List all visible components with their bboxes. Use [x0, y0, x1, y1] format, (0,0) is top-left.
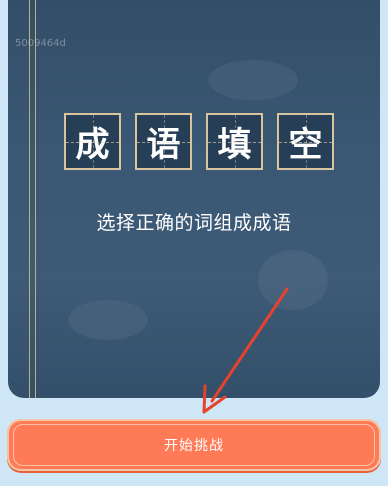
texture-spot	[68, 300, 148, 340]
texture-spot	[258, 250, 328, 310]
title-char: 语	[146, 125, 181, 165]
title-cell: 成	[64, 113, 121, 170]
title-char: 填	[217, 125, 252, 165]
start-challenge-label: 开始挑战	[164, 438, 224, 454]
title-char: 空	[288, 125, 323, 165]
title-char: 成	[75, 125, 110, 165]
title-row: 成 语 填 空	[64, 113, 340, 173]
book-id: 5009464d	[15, 38, 66, 49]
spine-line	[29, 0, 30, 398]
start-challenge-button[interactable]: 开始挑战	[7, 419, 381, 471]
book-subtitle: 选择正确的词组成成语	[96, 212, 292, 234]
texture-spot	[208, 60, 298, 100]
title-cell: 语	[135, 113, 192, 170]
title-cell: 填	[206, 113, 263, 170]
spine-line	[35, 0, 36, 398]
title-cell: 空	[277, 113, 334, 170]
book-cover: 5009464d 成 语 填 空 选择正确的词组成成语	[8, 0, 380, 398]
